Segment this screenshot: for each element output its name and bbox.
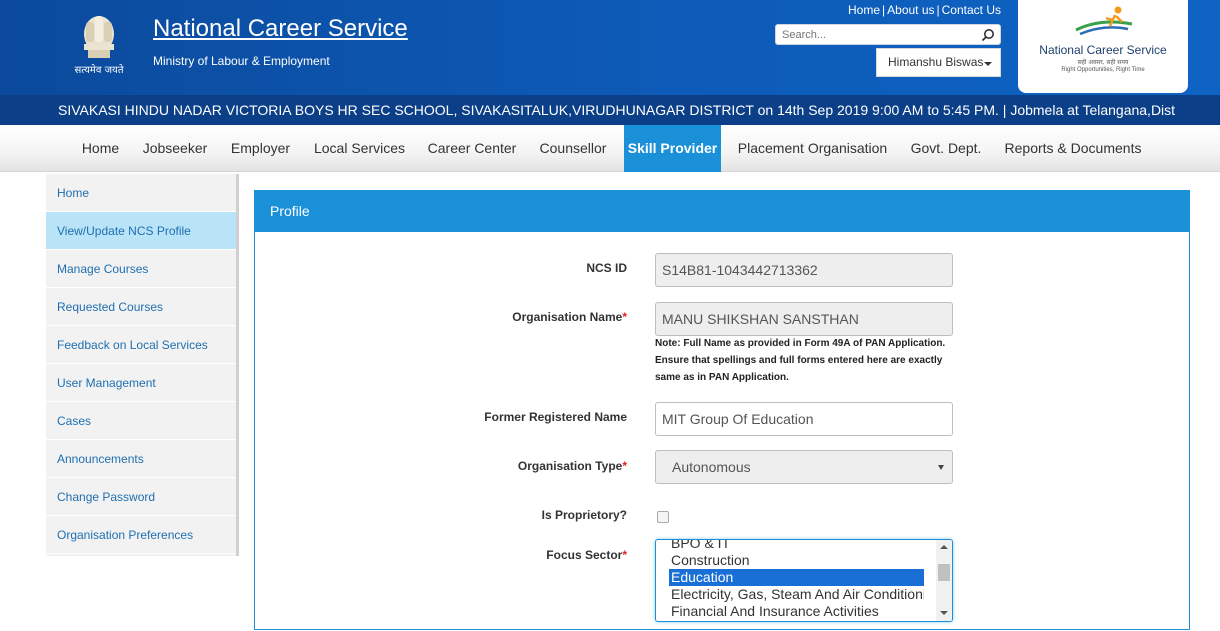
nav-career-center[interactable]: Career Center <box>417 125 527 172</box>
site-title[interactable]: National Career Service <box>153 15 408 43</box>
main-nav: Home Jobseeker Employer Local Services C… <box>0 125 1220 172</box>
org-type-value: Autonomous <box>672 459 751 475</box>
note-line: Note: Full Name as provided in Form 49A … <box>655 338 946 349</box>
top-link-about[interactable]: About us <box>887 3 934 17</box>
focus-sector-option[interactable]: Financial And Insurance Activities <box>669 603 924 620</box>
ticker-text[interactable]: SIVAKASI HINDU NADAR VICTORIA BOYS HR SE… <box>58 102 1175 118</box>
sidebar-item-user-management[interactable]: User Management <box>46 364 236 402</box>
top-links: Home | About us | Contact Us <box>830 3 1001 17</box>
logo-title: National Career Service <box>1039 43 1167 57</box>
ncs-logo-icon <box>1075 6 1133 36</box>
ncs-logo[interactable]: National Career Service सही अवसर, सही सम… <box>1018 0 1188 93</box>
top-link-contact[interactable]: Contact Us <box>942 3 1001 17</box>
org-type-label: Organisation Type* <box>518 459 627 473</box>
nav-govt-dept[interactable]: Govt. Dept. <box>899 125 993 172</box>
required-mark: * <box>622 459 627 473</box>
label-text: NCS ID <box>586 261 627 275</box>
sidebar-item-change-password[interactable]: Change Password <box>46 478 236 516</box>
nav-employer[interactable]: Employer <box>219 125 302 172</box>
focus-sector-label: Focus Sector* <box>546 548 627 562</box>
sidebar-item-view-update-profile[interactable]: View/Update NCS Profile <box>46 212 236 250</box>
logo-tagline: Right Opportunities, Right Time <box>1061 67 1145 73</box>
sidebar-item-organisation-preferences[interactable]: Organisation Preferences <box>46 516 236 554</box>
note-line: Ensure that spellings and full forms ent… <box>655 355 943 366</box>
search-input[interactable] <box>776 25 971 45</box>
ncs-id-label: NCS ID <box>586 261 627 275</box>
nav-local-services[interactable]: Local Services <box>302 125 417 172</box>
logo-tagline-hindi: सही अवसर, सही समय <box>1077 59 1129 66</box>
ncs-id-field[interactable]: S14B81-1043442713362 <box>655 253 953 287</box>
focus-sector-option[interactable]: Construction <box>669 552 924 569</box>
listbox-scrollbar[interactable] <box>936 540 952 621</box>
caret-down-icon <box>984 62 992 66</box>
label-text: Former Registered Name <box>484 410 627 424</box>
site-header: सत्यमेव जयते National Career Service Min… <box>0 0 1220 95</box>
user-menu-button[interactable]: Himanshu Biswas <box>876 48 1001 77</box>
focus-sector-option[interactable]: BPO & IT <box>669 540 924 552</box>
separator: | <box>936 3 940 17</box>
former-name-field[interactable]: MIT Group Of Education <box>655 402 953 436</box>
sidebar-item-cases[interactable]: Cases <box>46 402 236 440</box>
label-text: Organisation Name <box>512 310 623 324</box>
org-name-field[interactable]: MANU SHIKSHAN SANSTHAN <box>655 302 953 336</box>
label-text: Focus Sector <box>546 548 623 562</box>
proprietory-checkbox[interactable] <box>657 511 669 523</box>
label-text: Is Proprietory? <box>541 508 627 522</box>
scroll-thumb[interactable] <box>938 564 950 581</box>
nav-placement-organisation[interactable]: Placement Organisation <box>726 125 899 172</box>
required-mark: * <box>622 310 627 324</box>
site-subtitle: Ministry of Labour & Employment <box>153 54 330 68</box>
sidebar-item-announcements[interactable]: Announcements <box>46 440 236 478</box>
sidebar-item-feedback-local-services[interactable]: Feedback on Local Services <box>46 326 236 364</box>
news-ticker: SIVAKASI HINDU NADAR VICTORIA BOYS HR SE… <box>0 95 1220 125</box>
search-icon[interactable] <box>981 28 995 42</box>
sidebar-item-home[interactable]: Home <box>46 174 236 212</box>
labels-column: NCS ID Organisation Name* Former Registe… <box>255 191 627 631</box>
sidebar-item-manage-courses[interactable]: Manage Courses <box>46 250 236 288</box>
scroll-down-icon[interactable] <box>940 611 948 615</box>
focus-sector-option-selected[interactable]: Education <box>669 569 924 586</box>
label-text: Organisation Type <box>517 459 623 473</box>
nav-counsellor[interactable]: Counsellor <box>527 125 619 172</box>
profile-panel: Profile NCS ID Organisation Name* Former… <box>254 190 1190 630</box>
nav-jobseeker[interactable]: Jobseeker <box>131 125 219 172</box>
org-type-select[interactable]: Autonomous <box>655 450 953 484</box>
search-box <box>775 24 1001 45</box>
nav-reports-documents[interactable]: Reports & Documents <box>993 125 1153 172</box>
pan-note: Note: Full Name as provided in Form 49A … <box>655 335 965 386</box>
sidebar-item-requested-courses[interactable]: Requested Courses <box>46 288 236 326</box>
org-name-label: Organisation Name* <box>512 310 627 324</box>
separator: | <box>882 3 886 17</box>
dropdown-arrow-icon <box>938 465 944 470</box>
sidebar: Home View/Update NCS Profile Manage Cour… <box>46 174 239 556</box>
focus-sector-option[interactable]: Electricity, Gas, Steam And Air Conditio… <box>669 586 924 603</box>
nav-home[interactable]: Home <box>70 125 131 172</box>
former-name-label: Former Registered Name <box>484 410 627 424</box>
proprietory-label: Is Proprietory? <box>542 508 627 522</box>
emblem-caption: सत्यमेव जयते <box>74 65 124 76</box>
top-link-home[interactable]: Home <box>848 3 880 17</box>
user-name: Himanshu Biswas <box>888 55 984 69</box>
focus-sector-listbox[interactable]: BPO & IT Construction Education Electric… <box>655 539 953 622</box>
note-line: same as in PAN Application. <box>655 372 789 383</box>
nav-skill-provider[interactable]: Skill Provider <box>624 125 721 172</box>
required-mark: * <box>622 548 627 562</box>
scroll-up-icon[interactable] <box>940 545 948 549</box>
